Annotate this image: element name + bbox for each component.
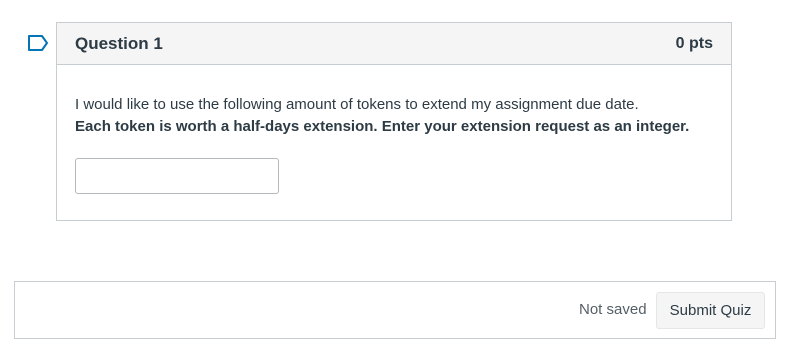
- answer-input[interactable]: [75, 158, 279, 194]
- question-title: Question 1: [75, 33, 163, 53]
- question-points: 0 pts: [675, 34, 713, 52]
- save-status: Not saved: [579, 301, 647, 318]
- question-body: I would like to use the following amount…: [57, 65, 731, 194]
- question-card: Question 1 0 pts I would like to use the…: [56, 22, 732, 221]
- submit-quiz-button[interactable]: Submit Quiz: [656, 292, 765, 329]
- question-instruction: Each token is worth a half-days extensio…: [75, 118, 690, 135]
- question-header: Question 1 0 pts: [57, 23, 731, 65]
- flag-question-icon[interactable]: [27, 34, 49, 52]
- question-prompt: I would like to use the following amount…: [75, 96, 639, 113]
- quiz-footer: Not saved Submit Quiz: [14, 281, 776, 339]
